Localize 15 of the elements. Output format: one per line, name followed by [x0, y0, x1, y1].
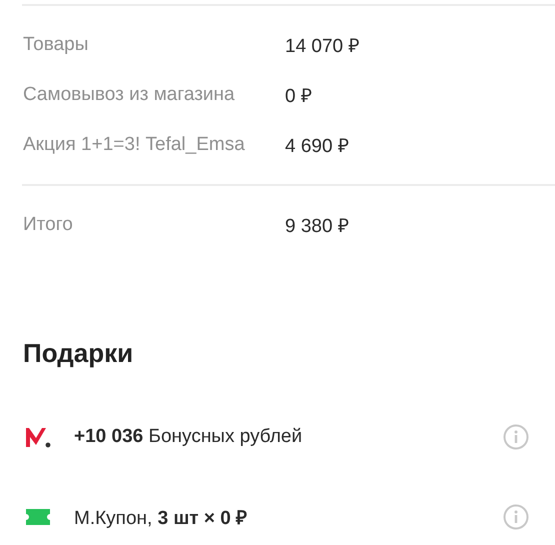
summary-value: 0 ₽	[285, 85, 313, 108]
gift-text: М.Купон, 3 шт × 0 ₽	[74, 507, 248, 530]
section-heading: Подарки	[23, 338, 134, 369]
bonus-logo-icon	[24, 425, 52, 449]
gift-text: +10 036 Бонусных рублей	[74, 426, 304, 448]
summary-value: 14 070 ₽	[285, 35, 360, 58]
ticket-icon	[24, 507, 52, 527]
info-icon[interactable]	[503, 504, 529, 530]
summary-label: Акция 1+1=3! Tefal_Emsa	[23, 134, 246, 156]
total-label: Итого	[23, 214, 74, 236]
info-icon[interactable]	[503, 424, 529, 450]
summary-label: Самовывоз из магазина	[23, 84, 236, 106]
total-value: 9 380 ₽	[285, 215, 350, 238]
summary-value: 4 690 ₽	[285, 135, 350, 158]
summary-label: Товары	[23, 34, 90, 56]
